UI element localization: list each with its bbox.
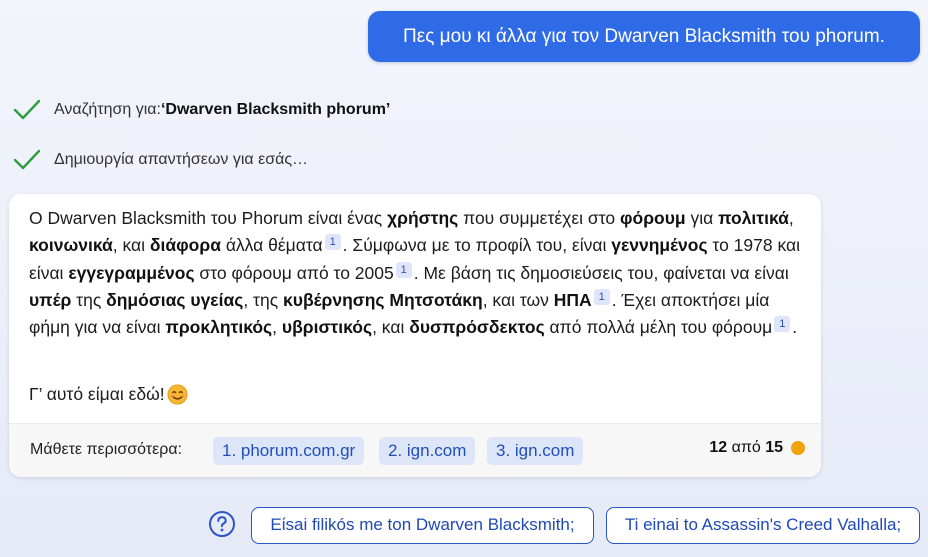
response-counter: 12 από 15: [709, 439, 805, 457]
answer-bold-segment: γεννημένος: [611, 235, 708, 256]
source-link-1[interactable]: 1. phorum.com.gr: [213, 437, 365, 465]
answer-bold-segment: δημόσιας υγείας: [106, 289, 244, 310]
citation-marker[interactable]: 1: [395, 261, 412, 278]
answer-text-segment: , και: [112, 235, 150, 256]
citation-marker[interactable]: 1: [774, 316, 791, 333]
answer-bold-segment: χρήστης: [387, 208, 459, 228]
citation-marker[interactable]: 1: [593, 288, 610, 305]
answer-text-segment: , της: [243, 289, 283, 310]
answer-paragraph: Ο Dwarven Blacksmith του Phorum είναι έν…: [29, 205, 809, 341]
answer-text-segment: στο φόρουμ από το 2005: [194, 262, 394, 283]
user-message-text: Πες μου κι άλλα για τον Dwarven Blacksmi…: [403, 25, 885, 47]
status-search-query: ‘Dwarven Blacksmith phorum’: [160, 101, 391, 118]
answer-text-segment: ,: [788, 208, 794, 228]
answer-text-segment: . Σύμφωνα με το προφίλ του, είναι: [342, 235, 612, 256]
answer-text-segment: για: [685, 208, 719, 228]
status-generating: Δημιουργία απαντήσεων για εσάς…: [12, 148, 308, 172]
citation-marker[interactable]: 1: [324, 234, 341, 251]
answer-text-segment: Ο Dwarven Blacksmith του Phorum είναι έν…: [29, 208, 388, 228]
source-link-3[interactable]: 3. ign.com: [487, 437, 584, 465]
answer-text-segment: , και των: [482, 289, 554, 310]
question-help-icon[interactable]: [208, 510, 236, 538]
user-message-bubble: Πες μου κι άλλα για τον Dwarven Blacksmi…: [368, 11, 920, 62]
answer-text-segment: άλλα θέματα: [220, 235, 323, 256]
answer-bold-segment: ΗΠΑ: [553, 289, 592, 310]
counter-total: 15: [765, 439, 783, 456]
answer-text-segment: από πολλά μέλη του φόρουμ: [544, 317, 773, 338]
answer-text-segment: που συμμετέχει στο: [458, 208, 620, 228]
check-icon: [13, 99, 41, 120]
suggestion-button-1[interactable]: Είsai filikós me ton Dwarven Blacksmith;: [251, 507, 594, 544]
counter-separator: από: [727, 439, 766, 456]
answer-bold-segment: υβριστικός: [281, 317, 373, 338]
learn-more-footer: Μάθετε περισσότερα: 1. phorum.com.gr 2. …: [9, 423, 821, 477]
answer-bold-segment: προκλητικός: [165, 317, 273, 338]
answer-text-segment: . Με βάση τις δημοσιεύσεις του, φαίνεται…: [413, 262, 789, 283]
suggestion-button-2[interactable]: Ti einai to Assassin's Creed Valhalla;: [606, 507, 920, 544]
counter-status-dot: [791, 441, 805, 455]
answer-text-segment: , και: [372, 317, 410, 338]
answer-bold-segment: διάφορα: [149, 235, 221, 256]
answer-bold-segment: δυσπρόσδεκτος: [409, 317, 545, 338]
learn-more-label: Μάθετε περισσότερα:: [30, 441, 183, 458]
answer-outro: Γ’ αυτό είμαι εδώ!: [29, 384, 188, 405]
answer-bold-segment: κοινωνικά: [29, 235, 113, 256]
source-link-2[interactable]: 2. ign.com: [379, 437, 476, 465]
status-generating-text: Δημιουργία απαντήσεων για εσάς…: [54, 151, 309, 168]
answer-text-segment: .: [792, 317, 798, 338]
answer-card: Ο Dwarven Blacksmith του Phorum είναι έν…: [9, 194, 821, 477]
answer-bold-segment: κυβέρνησης Μητσοτάκη: [283, 289, 483, 310]
counter-current: 12: [709, 439, 728, 456]
answer-bold-segment: υπέρ: [29, 289, 72, 310]
status-searching: Αναζήτηση για: ‘Dwarven Blacksmith phoru…: [12, 98, 390, 122]
answer-bold-segment: πολιτικά: [718, 208, 789, 228]
answer-text-segment: ,: [272, 317, 282, 338]
answer-bold-segment: εγγεγραμμένος: [68, 262, 195, 283]
answer-outro-text: Γ’ αυτό είμαι εδώ!: [29, 384, 165, 404]
smiling-face-icon: [167, 384, 188, 405]
answer-text-segment: της: [71, 289, 107, 310]
status-search-prefix: Αναζήτηση για:: [54, 101, 161, 118]
check-icon: [13, 149, 41, 170]
answer-bold-segment: φόρουμ: [619, 208, 686, 228]
